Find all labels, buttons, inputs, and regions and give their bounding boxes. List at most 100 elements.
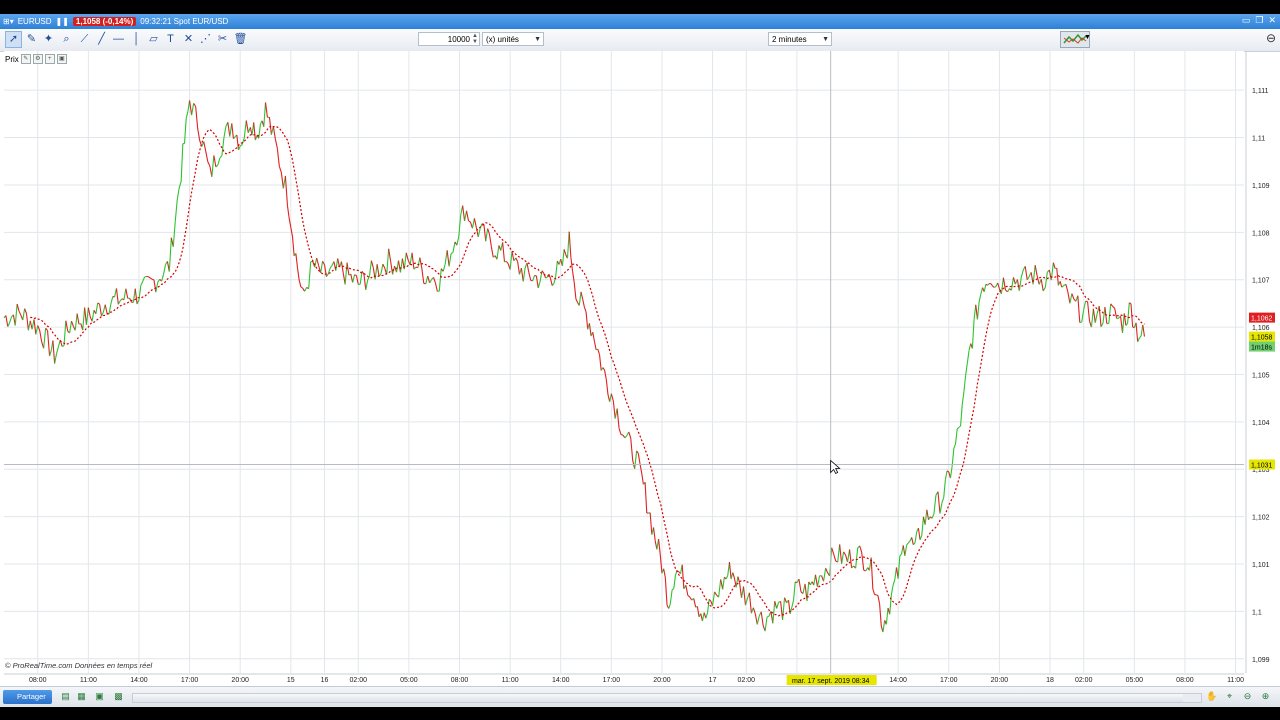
bottom-bar: Partager ▤ ▦ ▣ ▩ ✋ ⌖ ⊖ ⊕ [0,686,1280,707]
x-tick-label: 11:00 [80,677,97,684]
x-tick-label: 14:00 [130,677,148,684]
grid-icon[interactable]: ▦ [76,691,87,702]
price-segment [151,278,155,281]
zoom-in-icon[interactable]: ⊕ [1260,691,1271,702]
hand-tool-icon[interactable]: ✋ [1206,691,1217,702]
pause-icon[interactable]: ❚❚ [56,17,69,26]
y-tick-label: 1,102 [1252,515,1270,522]
y-tick-label: 1,104 [1252,420,1270,427]
x-tick-label: 05:00 [400,677,418,684]
horizontal-line-tool-icon[interactable]: — [111,32,126,47]
x-tick-label: 02:00 [350,677,368,684]
fan-tool-icon[interactable]: ⋰ [198,32,213,47]
price-segment [766,615,770,618]
x-tick-label: 17:00 [603,677,621,684]
units-select-value: (x) unités [486,35,519,44]
y-tick-label: 1,101 [1252,562,1270,569]
timeframe-select[interactable]: 2 minutes ▼ [768,32,832,46]
y-tick-label: 1,109 [1252,183,1270,190]
add-indicator-icon[interactable]: + [44,54,55,64]
cursor-price-label: 1,1031 [1251,463,1273,470]
chevron-down-icon: ▼ [822,36,829,43]
x-tick-label: 14:00 [889,677,907,684]
price-segment [876,594,879,596]
vertical-line-tool-icon[interactable]: │ [129,32,144,47]
x-tick-label: 15 [287,677,295,684]
chevron-down-icon: ▼ [534,36,541,43]
horizontal-scrollbar[interactable] [132,693,1202,703]
y-tick-label: 1,1 [1252,609,1262,616]
window-menu-icon[interactable]: ⊞▾ [3,17,14,26]
magic-tool-icon[interactable]: ✦ [41,32,56,47]
x-tick-label: 17:00 [940,677,958,684]
price-segment [1079,321,1082,324]
x-tick-label: 02:00 [1075,677,1093,684]
y-tick-label: 1,111 [1252,88,1269,95]
x-tick-label: 08:00 [29,677,47,684]
wrench-icon[interactable]: ✎ [20,54,31,64]
collapse-icon[interactable]: ⊖ [1266,31,1276,45]
chart-toolbar: ➚ ✎ ✦ ⌕ ⟋ ╱ — │ ▱ T ✕ ⋰ ✂ 🗑 10000 ▲ ▼ (x)… [0,29,1280,52]
y-tick-label: 1,107 [1252,278,1270,285]
channel-tool-icon[interactable]: ▱ [146,32,161,47]
units-select[interactable]: (x) unités ▼ [482,32,544,46]
price-chart[interactable]: 1,111 1,11 1,109 1,108 1,107 1,106 1,105 1,104 1… [0,51,1280,686]
scrollbar-thumb[interactable] [133,694,1183,702]
quantity-stepper[interactable]: ▲ ▼ [471,33,479,45]
y-tick-label: 1,106 [1252,325,1270,332]
properties-icon[interactable]: ⚙ [32,54,43,64]
line-tool-icon[interactable]: ╱ [94,32,109,47]
y-tick-label: 1,105 [1252,372,1270,379]
price-segment [1085,300,1088,303]
price-segment [354,274,357,277]
time-label: 09:32:21 Spot EUR/USD [140,17,229,26]
minimize-icon[interactable]: ▭ [1242,15,1251,26]
x-tick-label: 08:00 [1176,677,1194,684]
maximize-icon[interactable]: ❐ [1255,15,1263,26]
x-tick-label: 02:00 [738,677,756,684]
close-icon[interactable]: ✕ [1268,15,1276,26]
layout-icon[interactable]: ▤ [60,691,71,702]
trendline-tool-icon[interactable]: ⟋ [77,32,92,47]
trash-icon[interactable]: 🗑 [233,32,248,47]
countdown-label: 1m18s [1251,345,1273,352]
x-tick-label: 18 [1046,677,1054,684]
x-tick-label: 08:00 [451,677,469,684]
x-tick-label: 20:00 [653,677,671,684]
current-price-label: 1,1058 [1251,335,1273,342]
secondary-price-label: 1,1062 [1251,316,1273,323]
fibonacci-tool-icon[interactable]: ✕ [181,32,196,47]
share-label: Partager [17,692,46,701]
text-tool-icon[interactable]: T [163,32,178,47]
title-bar: ⊞▾ EURUSD ❚❚ 1,1058 (-0,14%) 09:32:21 Sp… [0,14,1280,29]
x-tick-label: 11:00 [1227,677,1244,684]
cursor-time-label: mar. 17 sept. 2019 08:34 [792,678,870,685]
share-button[interactable]: Partager [3,690,52,704]
x-tick-label: 16 [321,677,329,684]
y-tick-label: 1,108 [1252,230,1270,237]
timeframe-select-value: 2 minutes [772,35,807,44]
zoom-tool-icon[interactable]: ⌕ [59,32,74,47]
options-icon[interactable]: ▣ [56,54,67,64]
instrument-name: EURUSD [17,17,52,26]
price-change-badge: 1,1058 (-0,14%) [72,17,137,26]
zoom-fit-icon[interactable]: ⌖ [1224,691,1235,702]
x-tick-label: 11:00 [502,677,519,684]
pencil-tool-icon[interactable]: ✎ [24,32,39,47]
panel-header: Prix ✎ ⚙ + ▣ [5,54,67,64]
x-tick-label: 20:00 [991,677,1009,684]
app-window: ⊞▾ EURUSD ❚❚ 1,1058 (-0,14%) 09:32:21 Sp… [0,14,1280,707]
x-tick-label: 14:00 [552,677,570,684]
x-tick-label: 17 [709,677,717,684]
erase-tool-icon[interactable]: ✂ [215,32,230,47]
chevron-down-icon[interactable]: ▼ [1084,34,1091,41]
pointer-tool-icon[interactable]: ➚ [5,31,22,48]
x-tick-label: 05:00 [1126,677,1144,684]
panel-title: Prix [5,54,19,64]
export-icon[interactable]: ▩ [113,691,124,702]
chart-grid [4,51,1244,675]
zoom-out-icon[interactable]: ⊖ [1242,691,1253,702]
copyright-text: © ProRealTime.com Données en temps réel [5,661,153,670]
screenshot-icon[interactable]: ▣ [94,691,105,702]
y-tick-label: 1,099 [1252,657,1270,664]
